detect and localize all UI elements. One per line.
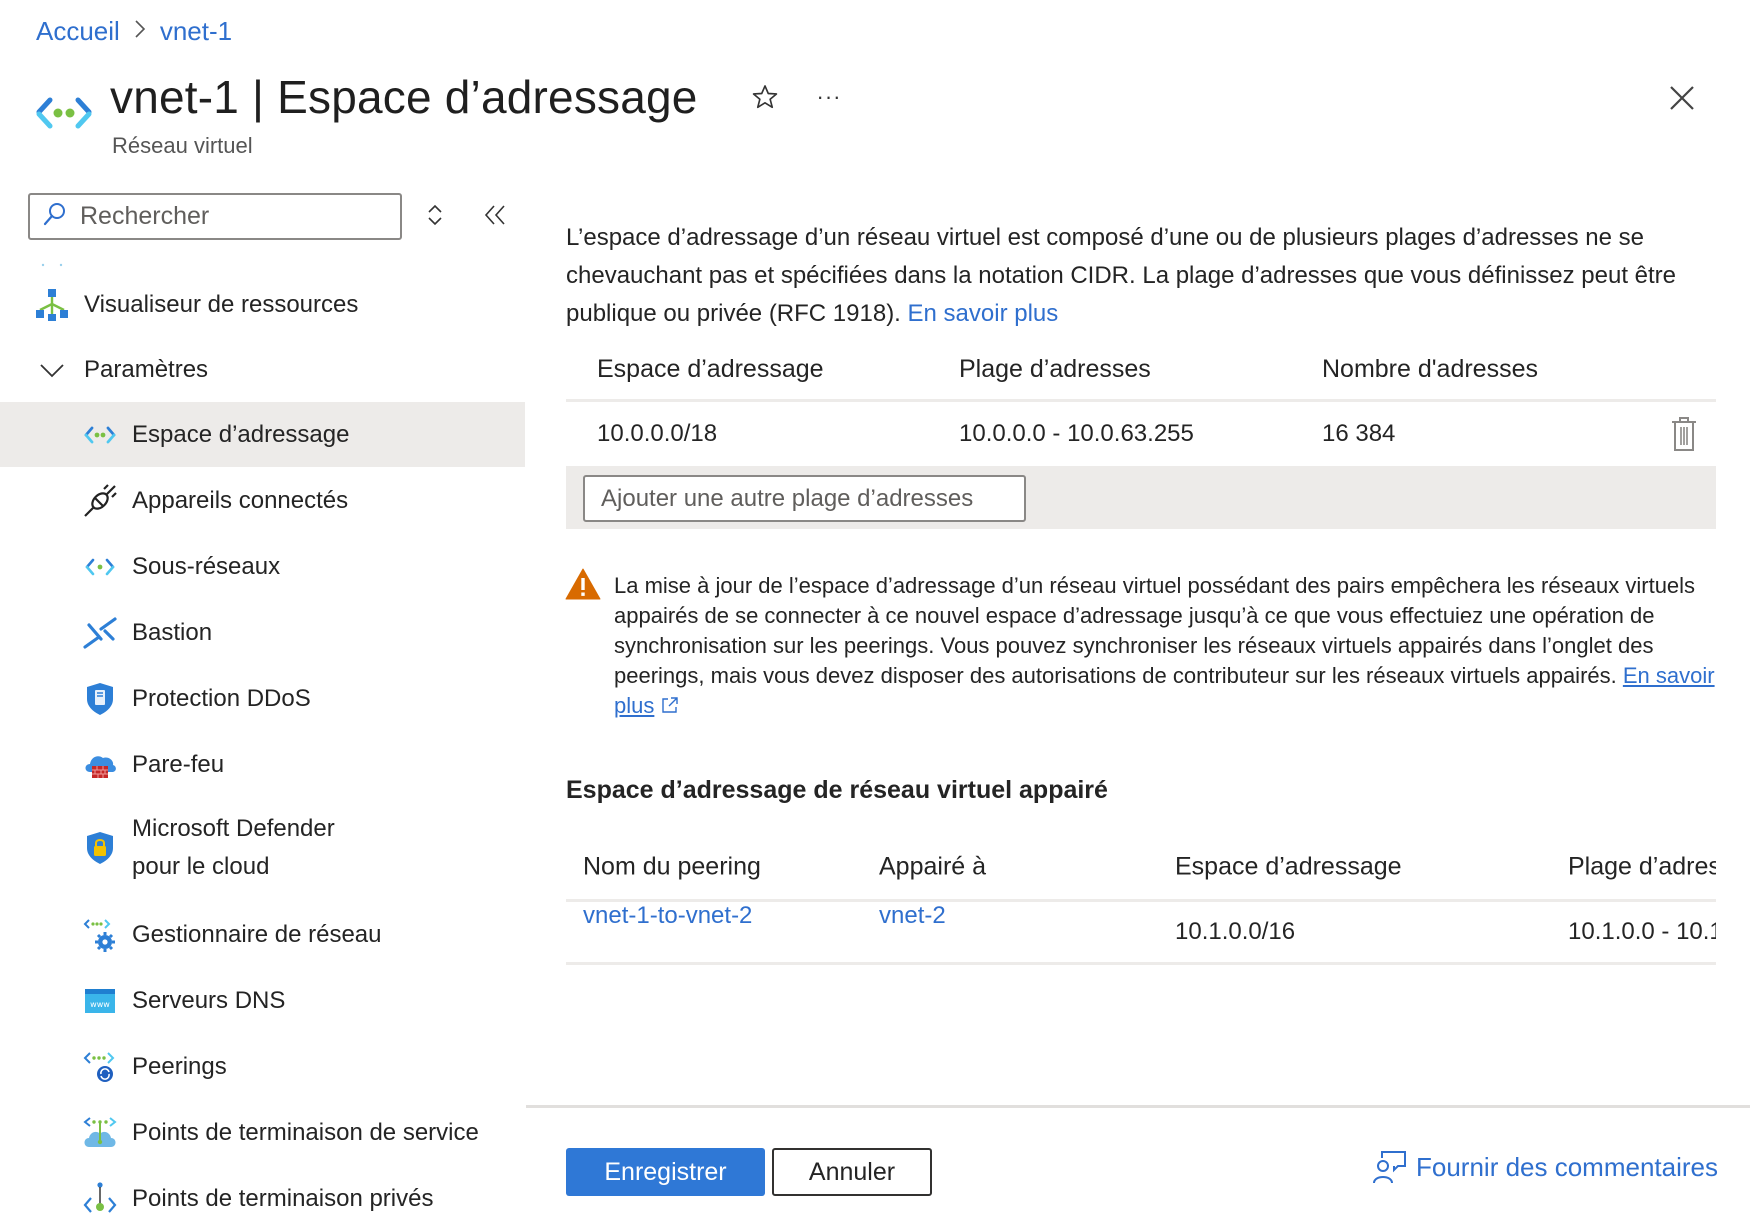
sidebar-item-network-manager[interactable]: Gestionnaire de réseau [0, 903, 525, 967]
ddos-shield-icon [82, 681, 118, 717]
address-space-table: Espace d’adressage Plage d’adresses Nomb… [566, 340, 1716, 529]
collapse-sidebar-button[interactable] [478, 200, 512, 230]
feedback-link[interactable]: Fournir des commentaires [1372, 1150, 1718, 1184]
sidebar-item-label: Points de terminaison privés [132, 1185, 434, 1212]
search-icon [42, 201, 68, 232]
sidebar-search-input[interactable] [80, 202, 380, 231]
peerings-icon [82, 1049, 118, 1085]
bastion-icon [82, 615, 118, 651]
peered-vnet-link[interactable]: vnet-2 [879, 902, 946, 930]
breadcrumb: Accueil vnet-1 [36, 16, 232, 47]
sidebar-item-service-endpoints[interactable]: Points de terminaison de service [0, 1101, 525, 1165]
sidebar-item-subnets[interactable]: Sous-réseaux [0, 535, 525, 599]
private-endpoint-icon [82, 1181, 118, 1217]
sidebar-group-settings[interactable]: Paramètres [0, 338, 525, 402]
cell-address-count: 16 384 [1322, 420, 1396, 447]
defender-shield-icon [82, 830, 118, 866]
description-text: L’espace d’adressage d’un réseau virtuel… [566, 224, 1677, 327]
plug-icon [82, 483, 118, 519]
cell-address-space: 10.1.0.0/16 [1175, 918, 1296, 945]
sidebar-item-firewall[interactable]: Pare-feu [0, 733, 525, 797]
table-row: vnet-1-to-vnet-2 vnet-2 10.1.0.0/16 10.1… [566, 902, 1716, 965]
peering-name-link[interactable]: vnet-1-to-vnet-2 [583, 902, 752, 930]
warning-text: La mise à jour de l’espace d’adressage d… [614, 573, 1696, 688]
sidebar-item-label: Bastion [132, 619, 213, 646]
address-space-description: L’espace d’adressage d’un réseau virtuel… [566, 219, 1716, 333]
feedback-icon [1373, 1151, 1406, 1184]
cell-address-space: 10.0.0.0/18 [597, 420, 718, 447]
sidebar-item-label-line2: pour le cloud [132, 853, 270, 880]
sidebar-item-label: Points de terminaison de service [132, 1119, 479, 1146]
learn-more-link[interactable]: En savoir plus [908, 300, 1059, 327]
sort-updown-icon[interactable] [420, 200, 450, 230]
sidebar-item-label: Peerings [132, 1053, 227, 1080]
cell-address-range: 10.0.0.0 - 10.0.63.255 [959, 420, 1194, 447]
peered-section-title: Espace d’adressage de réseau virtuel app… [566, 776, 1108, 804]
add-range-row [566, 466, 1716, 529]
sidebar-item-label: Gestionnaire de réseau [132, 921, 382, 948]
sidebar-item-ddos-protection[interactable]: Protection DDoS [0, 667, 525, 731]
page-title: vnet-1 | Espace d’adressage [110, 71, 698, 123]
warning-icon [565, 568, 601, 600]
sidebar-item-resource-visualizer[interactable]: Visualiseur de ressources [0, 273, 525, 337]
vnet-icon [82, 417, 118, 453]
service-endpoint-icon [82, 1115, 118, 1151]
svg-text:www: www [90, 1000, 110, 1009]
sidebar-item-dns-servers[interactable]: www Serveurs DNS [0, 969, 525, 1033]
more-options-button[interactable]: ··· [812, 80, 846, 114]
sidebar-item-bastion[interactable]: Bastion [0, 601, 525, 665]
breadcrumb-chevron-icon [134, 19, 146, 45]
sidebar-item-label-line1: Microsoft Defender [132, 815, 335, 842]
close-icon[interactable] [1664, 80, 1700, 116]
sidebar-item-defender[interactable]: Microsoft Defender pour le cloud [0, 805, 525, 891]
cell-address-range: 10.1.0.0 - 10.1 [1568, 918, 1716, 945]
breadcrumb-home-link[interactable]: Accueil [36, 16, 120, 47]
resource-visualizer-icon [34, 287, 70, 323]
sidebar-item-connected-devices[interactable]: Appareils connectés [0, 469, 525, 533]
sidebar-item-label: Pare-feu [132, 751, 225, 778]
sidebar-search[interactable] [28, 193, 402, 240]
column-header-address-space: Espace d’adressage [1175, 852, 1402, 881]
external-link-icon [660, 693, 680, 713]
table-header: Espace d’adressage Plage d’adresses Nomb… [566, 340, 1716, 402]
sidebar-item-label: Serveurs DNS [132, 987, 286, 1014]
sidebar-item-peerings[interactable]: Peerings [0, 1035, 525, 1099]
page-subtitle: Réseau virtuel [112, 133, 253, 158]
sidebar-item-label: Sous-réseaux [132, 553, 281, 580]
peered-address-table: Nom du peering Appairé à Espace d’adress… [566, 835, 1716, 965]
warning-message: La mise à jour de l’espace d’adressage d… [614, 571, 1734, 721]
vnet-icon [36, 96, 92, 132]
cancel-button[interactable]: Annuler [772, 1148, 932, 1196]
feedback-label: Fournir des commentaires [1416, 1151, 1718, 1182]
dns-icon: www [82, 983, 118, 1019]
scroll-indicator [40, 254, 70, 267]
favorite-star-icon[interactable] [748, 80, 782, 114]
sidebar-item-private-endpoints[interactable]: Points de terminaison privés [0, 1167, 525, 1231]
chevron-down-icon [34, 352, 70, 388]
sidebar-item-address-space[interactable]: Espace d’adressage [0, 402, 525, 467]
sidebar-item-label: Espace d’adressage [132, 420, 350, 448]
column-header-address-count: Nombre d'adresses [1322, 355, 1538, 383]
subnet-icon [82, 549, 118, 585]
breadcrumb-vnet-link[interactable]: vnet-1 [160, 16, 232, 47]
save-button[interactable]: Enregistrer [566, 1148, 765, 1196]
column-header-peered-to: Appairé à [879, 852, 987, 881]
footer-divider [526, 1105, 1750, 1108]
sidebar-item-label: Microsoft Defender pour le cloud [132, 810, 335, 886]
sidebar-item-label: Protection DDoS [132, 685, 311, 712]
column-header-address-range: Plage d’adresses [959, 355, 1151, 383]
sidebar-item-label: Visualiseur de ressources [84, 291, 359, 318]
column-header-address-space: Espace d’adressage [597, 355, 824, 383]
sidebar-group-label: Paramètres [84, 356, 209, 383]
column-header-address-range: Plage d’adres [1568, 852, 1716, 881]
sidebar-item-label: Appareils connectés [132, 487, 349, 514]
table-row: 10.0.0.0/18 10.0.0.0 - 10.0.63.255 16 38… [566, 402, 1716, 466]
firewall-icon [82, 747, 118, 783]
network-manager-icon [82, 917, 118, 953]
add-address-range-input[interactable] [583, 475, 1026, 522]
table-header: Nom du peering Appairé à Espace d’adress… [566, 835, 1716, 902]
column-header-peering-name: Nom du peering [583, 852, 761, 881]
delete-trash-icon[interactable] [1668, 416, 1700, 452]
